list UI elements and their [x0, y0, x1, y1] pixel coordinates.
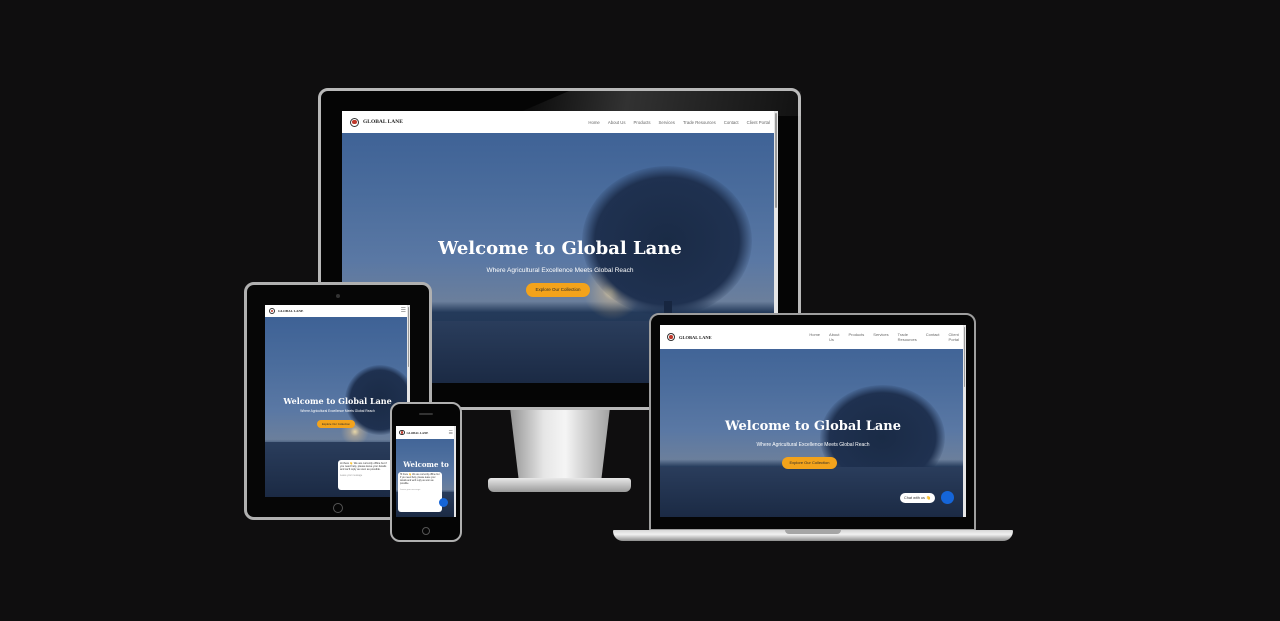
explore-button[interactable]: Explore Our Collection	[526, 283, 590, 297]
explore-button[interactable]: Explore Our Collection	[317, 420, 355, 428]
hero-subtitle: Where Agricultural Excellence Meets Glob…	[300, 409, 375, 413]
chat-leave-message[interactable]: Leave your message	[340, 474, 391, 477]
monitor-base	[488, 478, 631, 492]
nav-services[interactable]: Services	[658, 120, 674, 125]
nav-contact[interactable]: Contact	[724, 120, 739, 125]
laptop-screen: GLOBAL LANE Home About Us Products Servi…	[660, 325, 966, 517]
tablet-camera	[336, 294, 340, 298]
navbar: GLOBAL LANE ☰	[265, 305, 410, 317]
nav-about[interactable]: About Us	[608, 120, 626, 125]
logo-text: GLOBAL LANE	[278, 309, 304, 313]
phone-speaker	[419, 413, 433, 415]
nav-home[interactable]: Home	[809, 332, 820, 342]
nav-client-portal[interactable]: Client Portal	[949, 332, 959, 342]
logo[interactable]: GLOBAL LANE	[269, 308, 303, 314]
phone-home-button[interactable]	[422, 527, 430, 535]
chat-popup[interactable]: Hi there 👋 We are currently offline but …	[338, 460, 393, 490]
monitor-stand	[510, 410, 610, 482]
nav-services[interactable]: Services	[873, 332, 888, 342]
chat-bubble-icon[interactable]	[941, 491, 954, 504]
logo-mark-icon	[399, 429, 405, 436]
nav-products[interactable]: Products	[634, 120, 651, 125]
scrollbar[interactable]	[454, 426, 456, 517]
logo[interactable]: GLOBAL LANE	[350, 117, 403, 127]
logo-mark-icon	[350, 117, 359, 127]
hero-title: Welcome to Global Lane	[724, 419, 902, 434]
nav-home[interactable]: Home	[588, 120, 599, 125]
field	[660, 467, 966, 517]
logo-text: GLOBAL LANE	[406, 430, 429, 435]
chat-bubble-icon[interactable]	[439, 498, 448, 507]
hero-title: Welcome to Global Lane	[283, 396, 392, 406]
logo-mark-icon	[667, 333, 675, 341]
chat-message: Hi there 👋 We are currently offline but …	[400, 474, 440, 485]
hamburger-icon[interactable]: ☰	[449, 430, 453, 436]
nav-trade-resources[interactable]: Trade Resources	[898, 332, 917, 342]
chat-message: Hi there 👋 We are currently offline but …	[340, 462, 387, 472]
nav-about[interactable]: About Us	[829, 332, 839, 342]
chat-popup[interactable]: Hi there 👋 We are currently offline but …	[398, 472, 442, 512]
tablet-screen: GLOBAL LANE ☰ Welcome to Global Lane Whe…	[265, 305, 410, 497]
hero-subtitle: Where Agricultural Excellence Meets Glob…	[756, 442, 870, 448]
laptop-notch	[785, 530, 841, 534]
navbar: GLOBAL LANE Home About Us Products Servi…	[342, 111, 778, 133]
hamburger-icon[interactable]: ☰	[401, 308, 406, 314]
hero-subtitle: Where Agricultural Excellence Meets Glob…	[486, 267, 634, 274]
chat-label[interactable]: Chat with us 👋	[900, 493, 935, 503]
nav-contact[interactable]: Contact	[926, 332, 940, 342]
logo[interactable]: GLOBAL LANE	[667, 333, 712, 341]
chat-leave-message[interactable]: Leave your message	[400, 489, 440, 491]
logo[interactable]: GLOBAL LANE	[399, 429, 429, 436]
navbar: GLOBAL LANE Home About Us Products Servi…	[660, 325, 966, 349]
scrollbar[interactable]	[963, 325, 966, 517]
phone-screen: GLOBAL LANE ☰ Welcome to Hi there 👋 We a…	[396, 426, 456, 517]
logo-text: GLOBAL LANE	[363, 119, 403, 125]
nav-products[interactable]: Products	[848, 332, 864, 342]
tablet-home-button[interactable]	[333, 503, 343, 513]
logo-mark-icon	[269, 308, 275, 314]
nav-trade-resources[interactable]: Trade Resources	[683, 120, 716, 125]
navbar: GLOBAL LANE ☰	[396, 426, 456, 439]
hero-title: Welcome to	[403, 460, 449, 469]
logo-text: GLOBAL LANE	[679, 334, 712, 340]
explore-button[interactable]: Explore Our Collection	[782, 457, 837, 469]
nav-client-portal[interactable]: Client Portal	[747, 120, 770, 125]
hero-title: Welcome to Global Lane	[438, 238, 682, 259]
